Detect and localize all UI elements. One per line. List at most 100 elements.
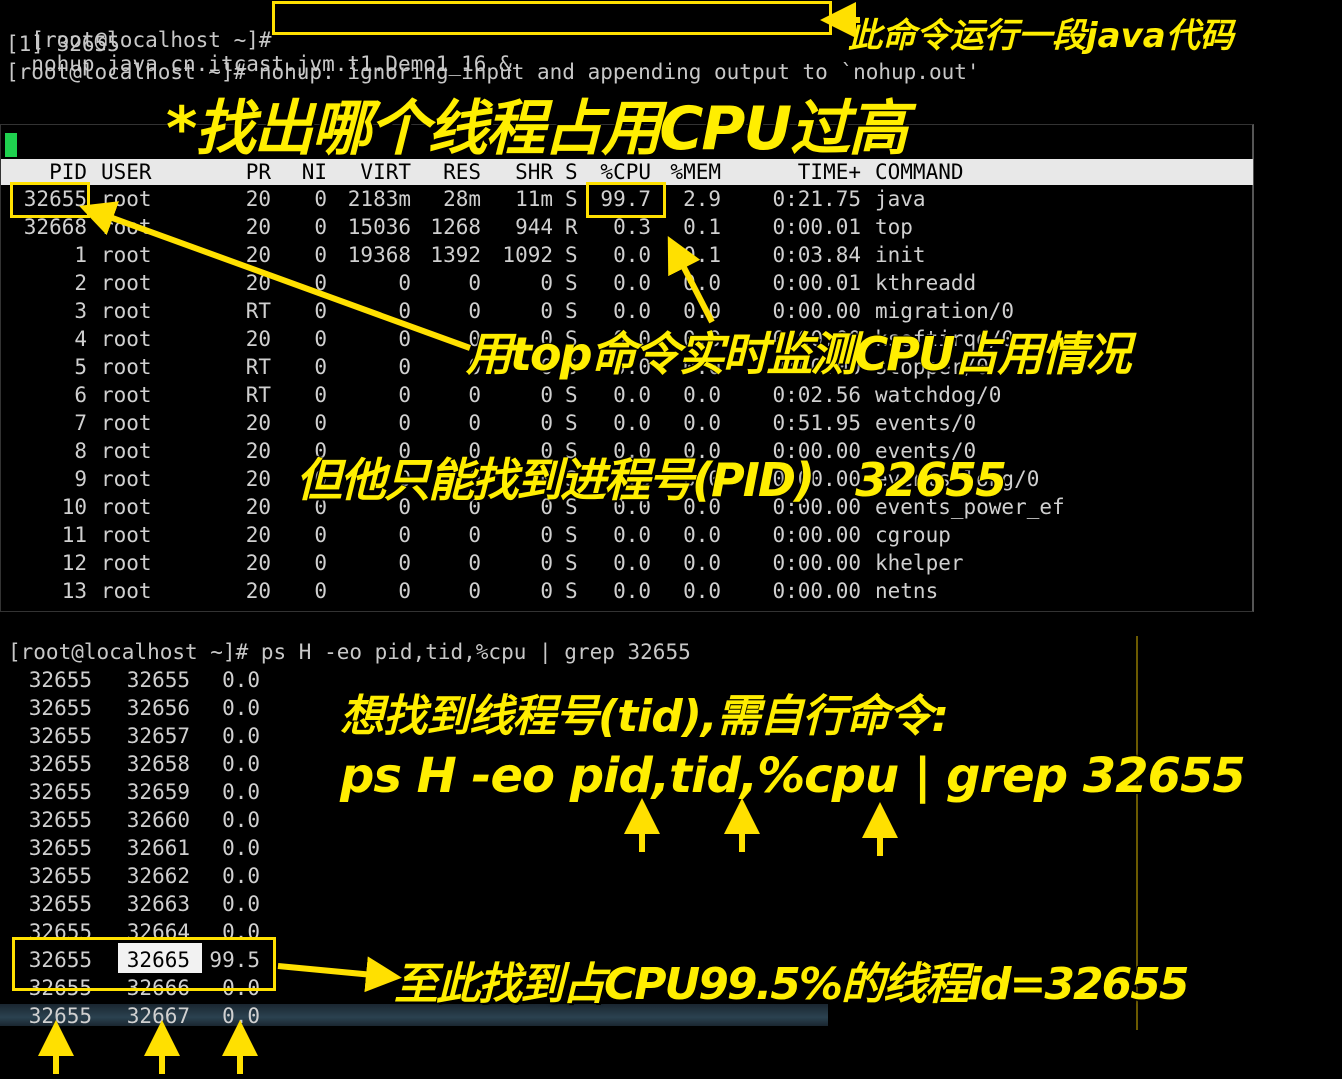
process-user: root bbox=[101, 383, 152, 407]
process-shr: 0 bbox=[540, 411, 553, 435]
process-pid: 11 bbox=[61, 523, 87, 547]
process-user: root bbox=[101, 411, 152, 435]
process-time: 0:02.56 bbox=[772, 383, 861, 407]
process-pr: RT bbox=[245, 299, 271, 323]
process-pid: 12 bbox=[61, 551, 87, 575]
process-time: 0:00.01 bbox=[772, 215, 861, 239]
process-s: S bbox=[565, 523, 578, 547]
process-pid: 5 bbox=[74, 355, 87, 379]
process-pr: 20 bbox=[245, 523, 271, 547]
thread-tid: 32655 bbox=[126, 668, 190, 692]
thread-cpu: 0.0 bbox=[222, 780, 260, 804]
process-user: root bbox=[101, 299, 152, 323]
process-pr: 20 bbox=[245, 467, 271, 491]
process-virt: 19368 bbox=[347, 243, 411, 267]
thread-pid: 32655 bbox=[28, 752, 92, 776]
process-shr: 0 bbox=[540, 523, 553, 547]
note-ps-command: ps H -eo pid,tid,%cpu | grep 32655 bbox=[340, 748, 1246, 804]
thread-tid: 32660 bbox=[126, 808, 190, 832]
process-command: kthreadd bbox=[875, 271, 977, 295]
note-only-pid: 但他只能找到进程号(PID) 32655 bbox=[296, 453, 1007, 507]
thread-tid: 32667 bbox=[126, 1004, 190, 1028]
process-user: root bbox=[101, 271, 152, 295]
process-mem: 0.0 bbox=[683, 579, 721, 603]
process-pr: 20 bbox=[245, 243, 271, 267]
process-shr: 0 bbox=[540, 383, 553, 407]
process-res: 0 bbox=[468, 271, 481, 295]
process-cpu: 0.0 bbox=[613, 243, 651, 267]
process-ni: 0 bbox=[314, 271, 327, 295]
thread-pid: 32655 bbox=[28, 808, 92, 832]
thread-pid: 32655 bbox=[28, 724, 92, 748]
process-ni: 0 bbox=[314, 523, 327, 547]
process-cpu: 0.0 bbox=[613, 271, 651, 295]
process-res: 0 bbox=[468, 411, 481, 435]
process-ni: 0 bbox=[314, 215, 327, 239]
process-shr: 0 bbox=[540, 551, 553, 575]
process-cpu: 0.0 bbox=[613, 579, 651, 603]
note-found-thread: 至此找到占CPU99.5%的线程id=32655 bbox=[394, 959, 1189, 1010]
process-pid: 6 bbox=[74, 383, 87, 407]
thread-pid: 32655 bbox=[28, 696, 92, 720]
process-virt: 15036 bbox=[347, 215, 411, 239]
process-mem: 0.0 bbox=[683, 383, 721, 407]
process-row: 12 root 20 0 0 0 0 S 0.0 0.0 0:00.00 khelper bbox=[1, 549, 1253, 577]
process-pr: 20 bbox=[245, 579, 271, 603]
process-virt: 2183m bbox=[347, 187, 411, 211]
process-mem: 0.0 bbox=[683, 271, 721, 295]
process-res: 1392 bbox=[430, 243, 481, 267]
process-ni: 0 bbox=[314, 579, 327, 603]
process-pid: 3 bbox=[74, 299, 87, 323]
process-pid: 10 bbox=[61, 495, 87, 519]
terminal-cursor bbox=[5, 133, 17, 157]
process-pr: 20 bbox=[245, 215, 271, 239]
process-user: root bbox=[101, 355, 152, 379]
process-user: root bbox=[101, 523, 152, 547]
process-shr: 0 bbox=[540, 579, 553, 603]
thread-cpu: 0.0 bbox=[222, 808, 260, 832]
process-s: S bbox=[565, 411, 578, 435]
process-time: 0:00.00 bbox=[772, 523, 861, 547]
thread-tid: 32663 bbox=[126, 892, 190, 916]
process-user: root bbox=[101, 551, 152, 575]
process-pid: 7 bbox=[74, 411, 87, 435]
process-mem: 0.0 bbox=[683, 523, 721, 547]
process-pid: 2 bbox=[74, 271, 87, 295]
process-pr: RT bbox=[245, 355, 271, 379]
thread-cpu: 0.0 bbox=[222, 724, 260, 748]
col-user: USER bbox=[101, 160, 152, 184]
process-time: 0:21.75 bbox=[772, 187, 861, 211]
process-res: 0 bbox=[468, 523, 481, 547]
process-virt: 0 bbox=[398, 327, 411, 351]
process-user: root bbox=[101, 243, 152, 267]
thread-cpu: 0.0 bbox=[222, 752, 260, 776]
process-s: R bbox=[565, 215, 578, 239]
process-s: S bbox=[565, 551, 578, 575]
process-pid: 8 bbox=[74, 439, 87, 463]
process-pid: 13 bbox=[61, 579, 87, 603]
process-command: netns bbox=[875, 579, 939, 603]
process-row: 2 root 20 0 0 0 0 S 0.0 0.0 0:00.01 kthreadd bbox=[1, 269, 1253, 297]
thread-pid: 32655 bbox=[28, 668, 92, 692]
ps-command-line: [root@localhost ~]# ps H -eo pid,tid,%cp… bbox=[8, 640, 691, 664]
thread-pid: 32655 bbox=[28, 864, 92, 888]
note-title: *找出哪个线程占用CPU过高 bbox=[166, 94, 908, 164]
process-row: 11 root 20 0 0 0 0 S 0.0 0.0 0:00.00 cgroup bbox=[1, 521, 1253, 549]
process-res: 1268 bbox=[430, 215, 481, 239]
process-virt: 0 bbox=[398, 271, 411, 295]
process-mem: 2.9 bbox=[683, 187, 721, 211]
thread-pid: 32655 bbox=[28, 836, 92, 860]
process-row: 7 root 20 0 0 0 0 S 0.0 0.0 0:51.95 events/0 bbox=[1, 409, 1253, 437]
process-row: 1 root 20 0 19368 1392 1092 S 0.0 0.1 0:03.84 init bbox=[1, 241, 1253, 269]
process-s: S bbox=[565, 271, 578, 295]
process-mem: 0.1 bbox=[683, 215, 721, 239]
cpu-highlight-box bbox=[586, 182, 666, 218]
process-user: root bbox=[101, 467, 152, 491]
process-virt: 0 bbox=[398, 411, 411, 435]
thread-tid: 32658 bbox=[126, 752, 190, 776]
process-pr: 20 bbox=[245, 271, 271, 295]
thread-cpu: 0.0 bbox=[222, 696, 260, 720]
process-user: root bbox=[101, 579, 152, 603]
process-pr: RT bbox=[245, 383, 271, 407]
process-mem: 0.0 bbox=[683, 411, 721, 435]
